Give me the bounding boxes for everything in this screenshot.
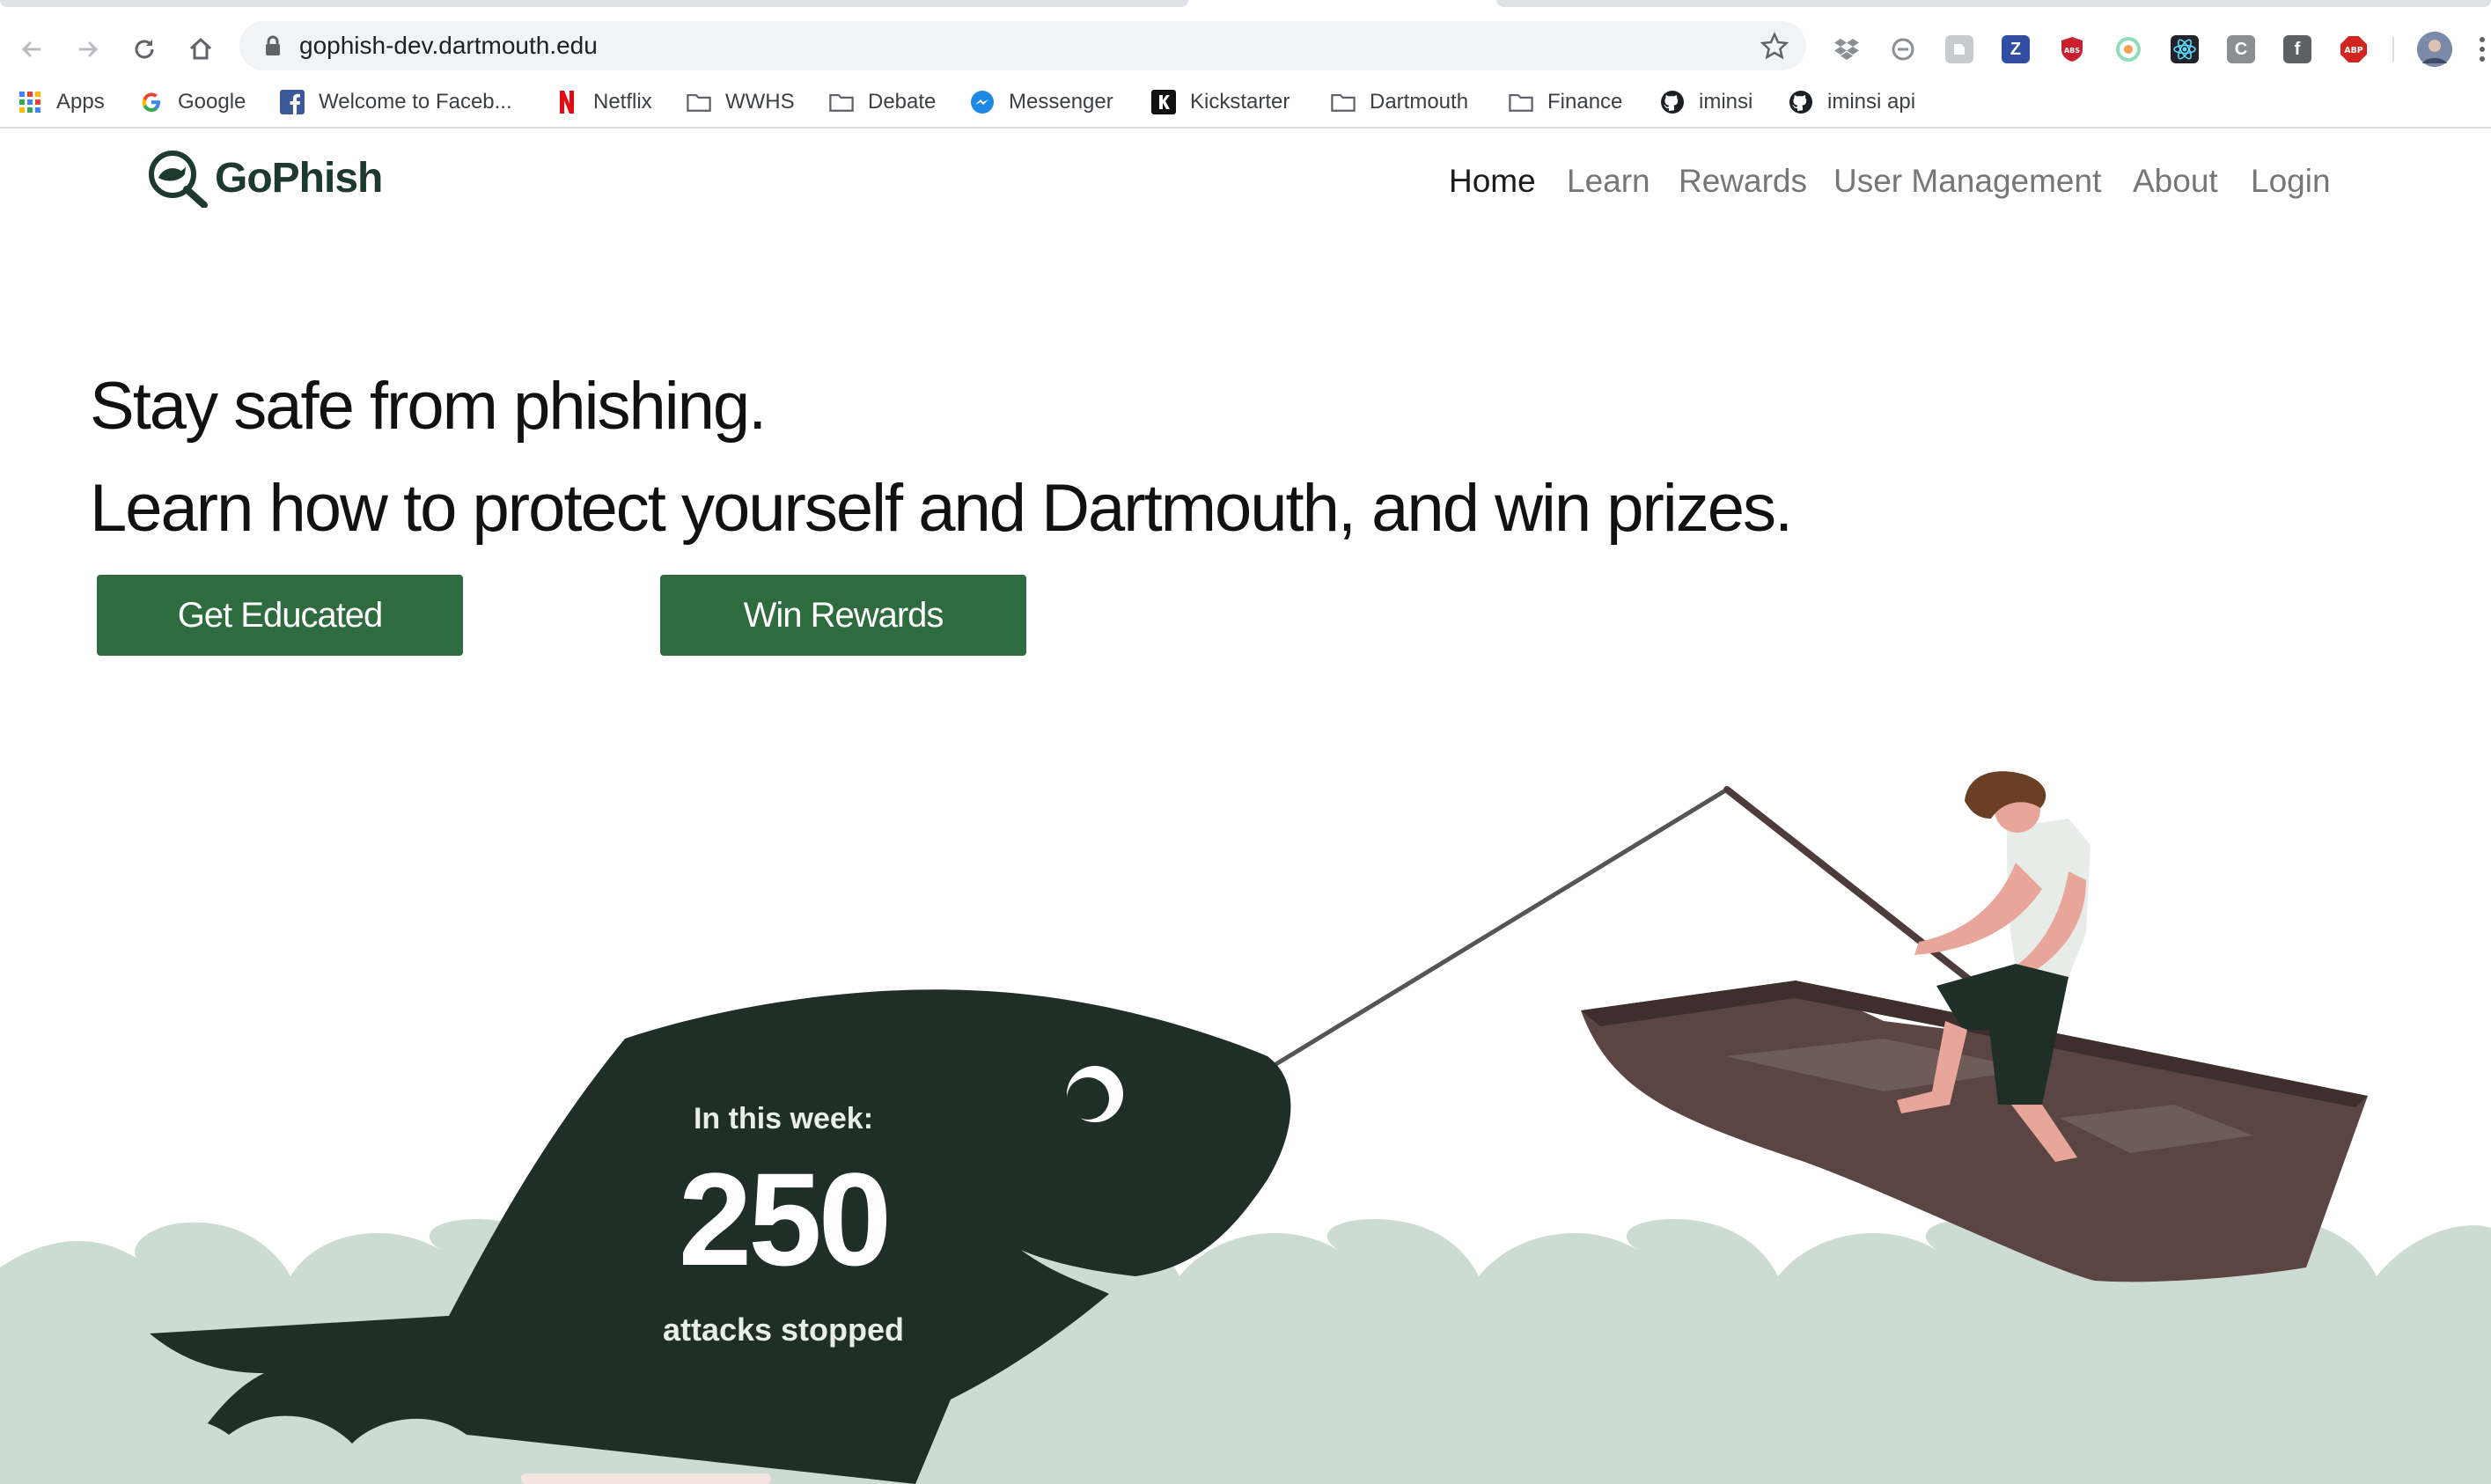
grammar-extension-icon[interactable] xyxy=(1889,35,1917,63)
get-educated-button[interactable]: Get Educated xyxy=(97,575,463,656)
toolbar-divider xyxy=(2392,37,2394,62)
nav-home[interactable]: Home xyxy=(1449,160,1536,202)
forward-button[interactable] xyxy=(70,32,106,67)
fisherman-arm xyxy=(1914,863,2042,955)
github-icon xyxy=(1660,90,1685,114)
c-extension-icon[interactable]: C xyxy=(2227,35,2255,63)
boat-bench xyxy=(2060,1105,2253,1153)
bookmark-star-icon[interactable] xyxy=(1760,32,1789,60)
messenger-icon xyxy=(970,90,995,114)
bookmark-google[interactable]: Google xyxy=(139,84,246,120)
kickstarter-icon xyxy=(1151,90,1176,114)
fishing-line xyxy=(1273,787,1729,1068)
fish-fin xyxy=(440,1312,519,1355)
browser-toolbar: gophish-dev.dartmouth.edu Z ABS C f ABP xyxy=(0,14,2491,77)
fisherman-arm xyxy=(1998,871,2086,988)
facebook-extension-icon[interactable]: f xyxy=(2283,35,2311,63)
attacks-stopped-count: 250 xyxy=(678,1145,892,1293)
wave-back xyxy=(0,1219,2491,1484)
bookmark-facebook[interactable]: Welcome to Faceb... xyxy=(280,84,512,120)
fisherman-hair xyxy=(1965,771,2046,819)
bookmark-kickstarter[interactable]: Kickstarter xyxy=(1151,84,1290,120)
bookmark-folder-debate[interactable]: Debate xyxy=(829,84,936,120)
tab-inactive[interactable] xyxy=(0,0,1188,7)
fisherman-shirt xyxy=(2007,819,2091,977)
bookmark-folder-dartmouth[interactable]: Dartmouth xyxy=(1331,84,1468,120)
bookmark-messenger[interactable]: Messenger xyxy=(970,84,1113,120)
apps-grid-icon xyxy=(18,90,42,114)
reload-button[interactable] xyxy=(127,32,162,67)
nav-learn[interactable]: Learn xyxy=(1567,160,1650,202)
hidden-badge xyxy=(521,1473,771,1484)
boat-hull xyxy=(1581,981,2368,1282)
fishing-rod xyxy=(1723,786,1975,985)
boat-rim xyxy=(1581,981,2368,1107)
hero-subheadline: Learn how to protect yourself and Dartmo… xyxy=(90,471,1793,546)
reload-icon xyxy=(135,40,154,59)
netflix-icon xyxy=(555,90,579,114)
adblock-plus-icon[interactable]: ABP xyxy=(2340,35,2368,63)
wave-front xyxy=(0,1415,2491,1484)
nav-about[interactable]: About xyxy=(2133,160,2218,202)
fisherman-leg xyxy=(2011,1105,2077,1162)
home-button[interactable] xyxy=(183,32,218,67)
boat-bench xyxy=(1725,1039,2033,1091)
shield-extension-icon[interactable]: ABS xyxy=(2058,35,2086,63)
google-icon xyxy=(139,90,164,114)
react-devtools-icon[interactable] xyxy=(2171,35,2199,63)
forward-arrow-icon xyxy=(79,40,99,58)
hero-headline: Stay safe from phishing. xyxy=(90,369,767,444)
brand-name: GoPhish xyxy=(215,154,383,202)
nav-user-management[interactable]: User Management xyxy=(1833,160,2101,202)
folder-icon xyxy=(1331,90,1356,114)
bookmark-folder-finance[interactable]: Finance xyxy=(1509,84,1622,120)
fish-eye xyxy=(1067,1066,1123,1122)
tab-strip xyxy=(0,0,2491,14)
svg-text:ABS: ABS xyxy=(2064,47,2080,55)
folder-icon xyxy=(829,90,854,114)
folder-icon xyxy=(687,90,711,114)
chrome-menu-icon[interactable] xyxy=(2473,35,2491,63)
folder-icon xyxy=(1509,90,1533,114)
svg-text:ABP: ABP xyxy=(2344,46,2362,55)
bookmark-iminsi-api[interactable]: iminsi api xyxy=(1789,84,1915,120)
dropbox-icon[interactable] xyxy=(1833,35,1861,63)
stat-caption: attacks stopped xyxy=(662,1311,905,1348)
gophish-logo[interactable]: GoPhish xyxy=(146,148,383,208)
notes-extension-icon[interactable] xyxy=(1945,35,1973,63)
fisherman-leg xyxy=(1897,1021,1967,1113)
fisherman-head xyxy=(1995,787,2040,833)
profile-avatar[interactable] xyxy=(2417,32,2452,67)
stat-label: In this week: xyxy=(693,1102,874,1135)
github-icon xyxy=(1789,90,1813,114)
fishing-illustration xyxy=(0,771,2491,1484)
bookmark-folder-wwhs[interactable]: WWHS xyxy=(687,84,795,120)
nav-login[interactable]: Login xyxy=(2251,160,2331,202)
bookmark-iminsi[interactable]: iminsi xyxy=(1660,84,1753,120)
lock-icon xyxy=(266,35,280,55)
nav-rewards[interactable]: Rewards xyxy=(1679,160,1807,202)
bookmark-apps[interactable]: Apps xyxy=(18,84,105,120)
back-button[interactable] xyxy=(14,32,49,67)
magnifier-fish-icon xyxy=(149,151,208,208)
back-arrow-icon xyxy=(21,40,40,58)
bookmarks-bar: Apps Google Welcome to Faceb... Netflix … xyxy=(0,77,2491,129)
address-bar[interactable]: gophish-dev.dartmouth.edu xyxy=(239,21,1806,70)
fisherman-shorts xyxy=(1936,964,2068,1105)
bookmark-netflix[interactable]: Netflix xyxy=(555,84,652,120)
z-extension-icon[interactable]: Z xyxy=(2002,35,2030,63)
timer-extension-icon[interactable] xyxy=(2114,35,2142,63)
url-text: gophish-dev.dartmouth.edu xyxy=(299,32,598,59)
win-rewards-button[interactable]: Win Rewards xyxy=(660,575,1026,656)
fish-pupil xyxy=(1067,1077,1109,1120)
facebook-icon xyxy=(280,90,305,114)
tab-inactive[interactable] xyxy=(1496,0,2491,7)
home-icon xyxy=(189,37,212,60)
